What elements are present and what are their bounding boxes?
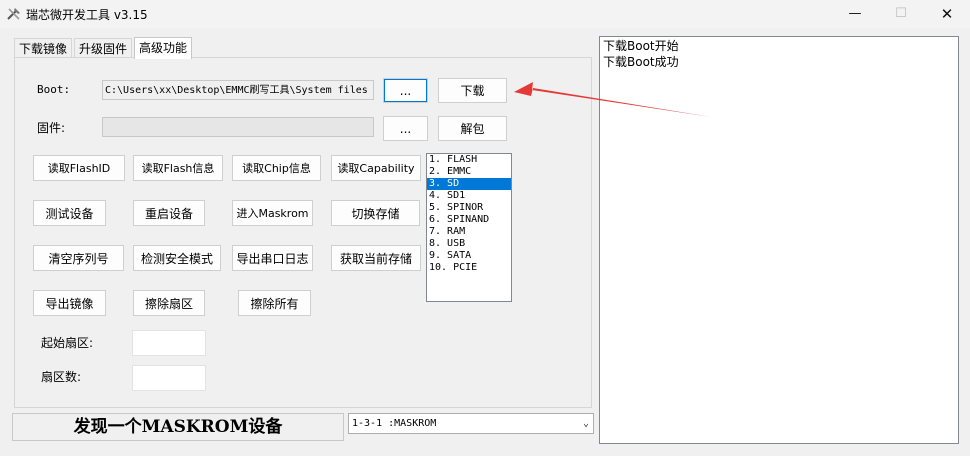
storage-list-item[interactable]: 6. SPINAND (427, 214, 511, 226)
storage-list-item[interactable]: 5. SPINOR (427, 202, 511, 214)
unpack-button[interactable]: 解包 (438, 116, 507, 141)
boot-path-field[interactable]: C:\Users\xx\Desktop\EMMC刷写工具\System file… (102, 80, 374, 100)
close-button[interactable]: ✕ (924, 0, 970, 28)
get-current-storage-button[interactable]: 获取当前存储 (331, 245, 421, 271)
tab-download-image[interactable]: 下载镜像 (14, 38, 73, 59)
read-capability-button[interactable]: 读取Capability (331, 155, 421, 181)
start-sector-label: 起始扇区: (41, 336, 94, 350)
storage-list-item[interactable]: 1. FLASH (427, 154, 511, 166)
device-status-text: 发现一个MASKROM设备 (12, 413, 344, 441)
enter-maskrom-button[interactable]: 进入Maskrom (232, 200, 313, 226)
firmware-browse-button[interactable]: ... (383, 116, 428, 141)
check-secure-mode-button[interactable]: 检测安全模式 (133, 245, 221, 271)
window-title: 瑞芯微开发工具 v3.15 (26, 8, 148, 22)
boot-label: Boot: (37, 83, 71, 96)
storage-type-list[interactable]: 1. FLASH 2. EMMC 3. SD 4. SD1 5. SPINOR 6. SP… (426, 153, 512, 302)
switch-storage-button[interactable]: 切换存储 (331, 200, 420, 226)
firmware-path-field[interactable] (102, 117, 374, 137)
export-serial-log-button[interactable]: 导出串口日志 (232, 245, 313, 271)
storage-list-item[interactable]: 10. PCIE (427, 262, 511, 274)
device-select-value: 1-3-1 :MASKROM (352, 418, 437, 429)
sector-count-label: 扇区数: (41, 370, 82, 384)
clear-serial-button[interactable]: 清空序列号 (33, 245, 124, 271)
device-select[interactable]: 1-3-1 :MASKROM ⌄ (348, 413, 594, 434)
title-bar: 瑞芯微开发工具 v3.15 — ☐ ✕ (0, 0, 970, 28)
storage-list-item[interactable]: 7. RAM (427, 226, 511, 238)
sector-count-input[interactable] (132, 365, 206, 391)
erase-all-button[interactable]: 擦除所有 (238, 290, 311, 316)
start-sector-input[interactable] (132, 330, 206, 356)
tab-upgrade-firmware[interactable]: 升级固件 (74, 38, 133, 59)
reset-device-button[interactable]: 重启设备 (133, 200, 205, 226)
log-line: 下载Boot成功 (603, 55, 679, 69)
read-flash-info-button[interactable]: 读取Flash信息 (133, 155, 223, 181)
storage-list-item[interactable]: 9. SATA (427, 250, 511, 262)
storage-list-item[interactable]: 8. USB (427, 238, 511, 250)
erase-sectors-button[interactable]: 擦除扇区 (133, 290, 205, 316)
storage-list-item[interactable]: 2. EMMC (427, 166, 511, 178)
firmware-label: 固件: (37, 121, 66, 135)
download-boot-button[interactable]: 下载 (438, 78, 507, 103)
test-device-button[interactable]: 测试设备 (33, 200, 106, 226)
read-chip-info-button[interactable]: 读取Chip信息 (232, 155, 321, 181)
maximize-button[interactable]: ☐ (878, 0, 924, 28)
export-image-button[interactable]: 导出镜像 (33, 290, 106, 316)
read-flash-id-button[interactable]: 读取FlashID (33, 155, 125, 181)
log-line: 下载Boot开始 (603, 39, 679, 53)
chevron-down-icon: ⌄ (582, 418, 589, 429)
storage-list-item[interactable]: 4. SD1 (427, 190, 511, 202)
app-tools-icon (7, 8, 20, 20)
storage-list-item[interactable]: 3. SD (427, 178, 511, 190)
minimize-button[interactable]: — (832, 0, 878, 28)
tab-advanced[interactable]: 高级功能 (134, 37, 193, 59)
log-output[interactable]: 下载Boot开始 下载Boot成功 (599, 36, 959, 444)
boot-browse-button[interactable]: ... (383, 78, 428, 103)
